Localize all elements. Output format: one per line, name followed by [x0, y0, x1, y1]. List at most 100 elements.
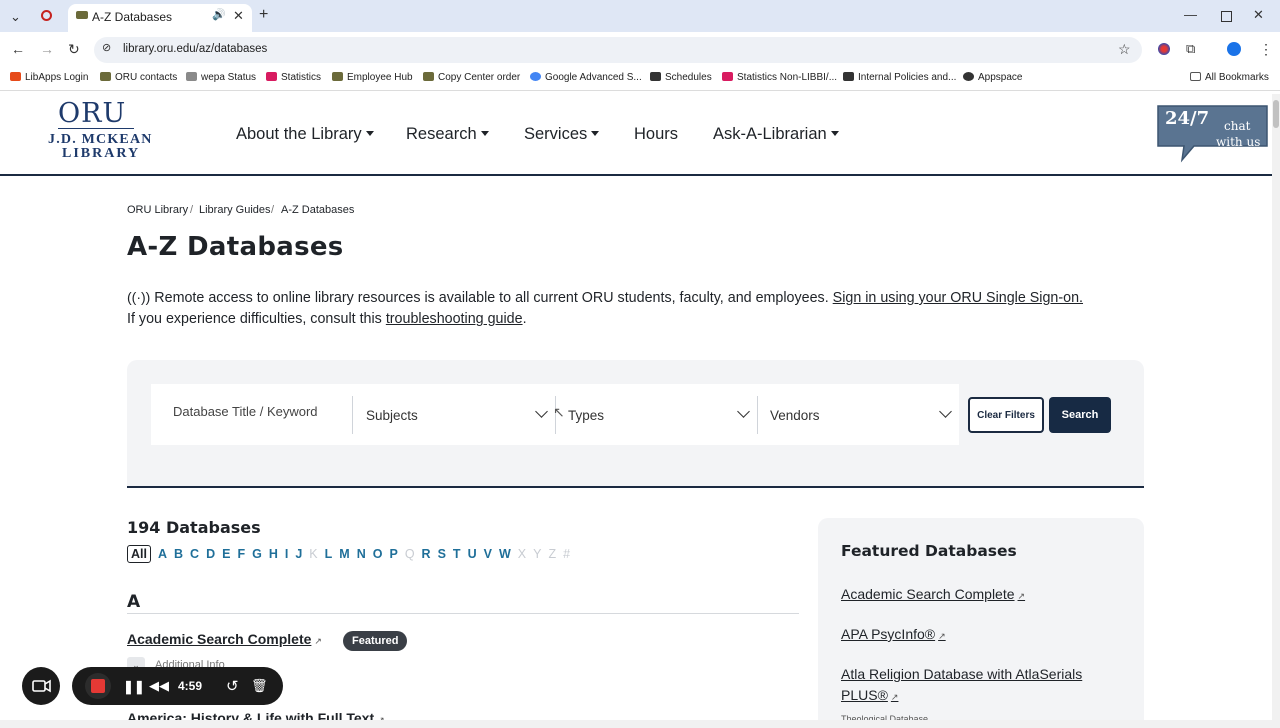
wifi-icon: ((·)) — [127, 289, 151, 305]
bookmark-icon — [100, 72, 111, 81]
bookmark-oru-contacts[interactable]: ORU contacts — [100, 72, 177, 83]
caret-down-icon — [480, 131, 489, 136]
reload-icon[interactable]: ↻ — [68, 42, 80, 56]
maximize-icon[interactable] — [1221, 11, 1232, 22]
troubleshooting-link[interactable]: troubleshooting guide — [386, 311, 523, 327]
horizontal-scrollbar[interactable] — [0, 720, 1272, 728]
speaker-icon[interactable]: 🔊 — [212, 10, 226, 21]
bookmark-appspace[interactable]: Appspace — [963, 72, 1022, 83]
close-tab-icon[interactable]: ✕ — [233, 9, 244, 22]
types-select[interactable]: Types — [568, 408, 604, 469]
folder-icon — [1190, 72, 1201, 81]
subjects-select[interactable]: Subjects — [366, 408, 418, 469]
bookmark-copy-center[interactable]: Copy Center order — [423, 72, 520, 83]
bookmark-statistics-non-libbi[interactable]: Statistics Non-LIBBI/... — [722, 72, 837, 83]
letter-filter-l[interactable]: L — [325, 547, 333, 561]
breadcrumb-library-guides[interactable]: Library Guides — [199, 204, 271, 216]
external-link-icon: ↗ — [890, 692, 899, 702]
letter-filter-v[interactable]: V — [484, 547, 492, 561]
letter-filter-j[interactable]: J — [295, 547, 302, 561]
vendors-select[interactable]: Vendors — [770, 408, 820, 469]
letter-filter-e[interactable]: E — [222, 547, 230, 561]
letter-filter-a[interactable]: A — [158, 547, 167, 561]
caret-down-icon — [365, 131, 374, 136]
bookmark-icon — [186, 72, 197, 81]
letter-filter-u[interactable]: U — [468, 547, 477, 561]
minimize-icon[interactable]: — — [1184, 8, 1197, 21]
url-text: library.oru.edu/az/databases — [123, 43, 268, 55]
letter-filter-all[interactable]: All — [127, 545, 151, 563]
pause-icon[interactable]: ❚❚ — [123, 679, 145, 695]
letter-filter-n[interactable]: N — [357, 547, 366, 561]
new-tab-icon[interactable]: + — [259, 7, 268, 23]
back-icon[interactable]: ← — [11, 42, 25, 56]
breadcrumb-separator: / — [271, 204, 275, 216]
letter-filter-h[interactable]: H — [269, 547, 278, 561]
caret-down-icon — [830, 131, 839, 136]
logo-oru[interactable]: ORU — [58, 98, 126, 129]
extensions-puzzle-icon[interactable]: ⧉ — [1186, 42, 1195, 55]
tab-title: A-Z Databases — [92, 10, 173, 24]
letter-filter-p[interactable]: P — [389, 547, 397, 561]
letter-filter-c[interactable]: C — [190, 547, 199, 561]
search-button[interactable]: Search — [1049, 397, 1111, 433]
letter-filter-g[interactable]: G — [252, 547, 262, 561]
bookmark-wepa-status[interactable]: wepa Status — [186, 72, 256, 83]
notice2-text: If you experience difficulties, consult … — [127, 311, 382, 327]
letter-filter-f[interactable]: F — [237, 547, 245, 561]
bookmark-icon — [423, 72, 434, 81]
all-bookmarks[interactable]: All Bookmarks — [1190, 72, 1269, 83]
featured-badge: Featured — [343, 631, 408, 651]
featured-link-apa-psycinfo[interactable]: APA PsycInfo® ↗ — [841, 624, 946, 647]
nav-hours[interactable]: Hours — [634, 125, 678, 144]
scrollbar-thumb[interactable] — [1273, 100, 1279, 128]
keyword-input[interactable]: Database Title / Keyword — [173, 404, 318, 465]
bookmark-google-advanced[interactable]: Google Advanced S... — [530, 72, 642, 83]
letter-filter-x: X — [517, 547, 527, 561]
close-window-icon[interactable]: ✕ — [1253, 8, 1264, 21]
nav-about-the-library[interactable]: About the Library — [236, 125, 374, 144]
letter-filter-d[interactable]: D — [206, 547, 215, 561]
camera-button[interactable] — [22, 667, 60, 705]
browser-menu-icon[interactable]: ⋮ — [1259, 42, 1273, 56]
letter-filter-m[interactable]: M — [339, 547, 349, 561]
clear-filters-button[interactable]: Clear Filters — [968, 397, 1044, 433]
bookmark-icon — [843, 72, 854, 81]
bookmark-libapps-login[interactable]: LibApps Login — [10, 72, 88, 83]
sso-link[interactable]: Sign in using your ORU Single Sign-on. — [833, 290, 1083, 306]
site-info-icon[interactable]: ⊘ — [102, 43, 111, 54]
bookmark-schedules[interactable]: Schedules — [650, 72, 712, 83]
breadcrumb-oru-library[interactable]: ORU Library — [127, 204, 188, 216]
featured-link-atla[interactable]: Atla Religion Database with AtlaSerials … — [841, 664, 1101, 708]
bookmark-internal-policies[interactable]: Internal Policies and... — [843, 72, 956, 83]
nav-services[interactable]: Services — [524, 125, 600, 144]
letter-filter-r[interactable]: R — [422, 547, 431, 561]
extension-icon[interactable] — [1158, 43, 1170, 55]
letter-filter-i[interactable]: I — [285, 547, 288, 561]
letter-filter-b[interactable]: B — [174, 547, 183, 561]
letter-filter-o[interactable]: O — [373, 547, 383, 561]
bookmark-star-icon[interactable]: ☆ — [1118, 42, 1131, 56]
letter-filter-w[interactable]: W — [499, 547, 511, 561]
letter-filter-s[interactable]: S — [438, 547, 446, 561]
video-camera-icon — [32, 679, 51, 693]
featured-title: Featured Databases — [841, 542, 1017, 560]
database-item-academic-search[interactable]: Academic Search Complete ↗ — [127, 631, 322, 649]
bookmark-employee-hub[interactable]: Employee Hub — [332, 72, 413, 83]
forward-icon[interactable]: → — [40, 42, 54, 56]
profile-avatar[interactable] — [1227, 42, 1241, 56]
bookmark-statistics[interactable]: Statistics — [266, 72, 321, 83]
letter-filter-q: Q — [404, 547, 415, 561]
rewind-icon[interactable]: ◀◀ — [149, 678, 169, 694]
nav-ask-a-librarian[interactable]: Ask-A-Librarian — [713, 125, 839, 144]
page-scrollbar[interactable] — [1272, 94, 1280, 728]
recording-timer: 4:59 — [178, 679, 203, 693]
restart-icon[interactable]: ↺ — [226, 677, 239, 695]
letter-filter-t[interactable]: T — [453, 547, 461, 561]
database-link[interactable]: Academic Search Complete — [127, 631, 311, 647]
letter-filter-hash: # — [563, 547, 571, 561]
nav-research[interactable]: Research — [406, 125, 489, 144]
trash-icon[interactable]: 🗑 — [251, 678, 268, 694]
featured-link-academic-search[interactable]: Academic Search Complete ↗ — [841, 584, 1025, 607]
tab-search-chevron-icon[interactable]: ⌄ — [10, 10, 21, 23]
